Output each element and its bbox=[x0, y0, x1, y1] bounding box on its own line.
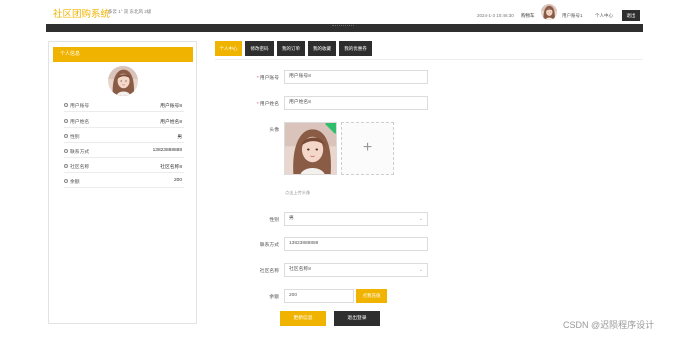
plus-icon: + bbox=[362, 139, 373, 156]
account-label: *用户账号 bbox=[219, 74, 279, 81]
community-label: 社区名称 bbox=[259, 269, 279, 274]
info-row-contact: 联系方式 13823888888 bbox=[64, 144, 184, 158]
info-label: 余额 bbox=[70, 180, 80, 185]
info-label: 用户姓名 bbox=[70, 120, 90, 125]
required-mark: * bbox=[256, 76, 259, 81]
recharge-button[interactable]: 点我充值 bbox=[356, 289, 387, 303]
profile-panel-title: 个人信息 bbox=[53, 47, 193, 62]
name-icon bbox=[64, 118, 68, 123]
info-value: 13823888888 bbox=[152, 148, 182, 153]
info-row-community: 社区名称 社区名称8 bbox=[64, 159, 184, 173]
brand-title[interactable]: 社区团购系统 bbox=[53, 6, 110, 20]
name-label-text: 用户姓名 bbox=[259, 102, 279, 107]
info-row-account: 用户账号 用户账号8 bbox=[64, 98, 184, 112]
info-value: 男 bbox=[177, 135, 182, 140]
info-value: 社区名称8 bbox=[160, 165, 182, 170]
tab-personal-center[interactable]: 个人中心 bbox=[215, 41, 242, 56]
info-row-gender: 性别 男 bbox=[64, 129, 184, 143]
nav-ornament bbox=[332, 24, 354, 26]
datetime-text: 2024-1-3 10:46:30 bbox=[477, 13, 514, 18]
cart-link[interactable]: 购物车 bbox=[521, 13, 535, 19]
logout-top-button[interactable]: 退出 bbox=[622, 10, 640, 21]
community-select[interactable]: 社区名称8 ⌄ bbox=[284, 263, 428, 277]
gender-select[interactable]: 男 ⌄ bbox=[284, 212, 428, 226]
name-field[interactable]: 用户姓名8 bbox=[284, 96, 428, 110]
chevron-down-icon: ⌄ bbox=[418, 267, 423, 273]
name-label: *用户姓名 bbox=[219, 100, 279, 107]
tab-my-favorites[interactable]: 我的收藏 bbox=[308, 41, 336, 56]
upload-avatar-button[interactable]: + bbox=[341, 122, 394, 175]
tab-my-coupons[interactable]: 我的优惠券 bbox=[339, 41, 372, 56]
info-value: 200 bbox=[173, 178, 182, 183]
profile-avatar bbox=[108, 66, 138, 96]
contact-label: 联系方式 bbox=[259, 243, 279, 248]
top-bar: 社区团购系统 多云 1° 双 东北风 2级 2024-1-3 10:46:30 … bbox=[0, 0, 693, 24]
info-label: 社区名称 bbox=[70, 165, 90, 170]
watermark: CSDN @迟陨程序设计 bbox=[563, 320, 655, 330]
profile-panel: 个人信息 用户账号 用户账号8 用户姓名 用户姓名8 性别 男 联系方式 138… bbox=[48, 41, 197, 324]
chevron-down-icon: ⌄ bbox=[418, 216, 423, 222]
info-label: 性别 bbox=[70, 135, 80, 140]
info-label: 联系方式 bbox=[70, 150, 90, 155]
info-row-name: 用户姓名 用户姓名8 bbox=[64, 114, 184, 128]
balance-label: 余额 bbox=[269, 295, 279, 300]
community-value: 社区名称8 bbox=[289, 267, 311, 272]
update-info-button[interactable]: 更新信息 bbox=[280, 311, 326, 326]
upload-hint: 点击上传头像 bbox=[285, 190, 311, 195]
account-field[interactable]: 用户账号8 bbox=[284, 70, 428, 84]
tab-change-password[interactable]: 修改密码 bbox=[245, 41, 274, 56]
phone-icon bbox=[64, 148, 68, 153]
account-icon bbox=[64, 102, 68, 107]
tab-my-orders[interactable]: 我的订单 bbox=[277, 41, 305, 56]
avatar-preview[interactable] bbox=[284, 122, 337, 175]
gender-icon bbox=[64, 133, 68, 138]
balance-field[interactable]: 200 bbox=[284, 289, 354, 303]
tab-divider bbox=[215, 59, 643, 60]
weather-text: 多云 1° 双 东北风 2级 bbox=[108, 9, 152, 14]
avatar[interactable] bbox=[541, 4, 557, 20]
avatar-label: 头像 bbox=[269, 128, 279, 133]
info-label: 用户账号 bbox=[70, 104, 90, 109]
account-label-text: 用户账号 bbox=[259, 76, 279, 81]
info-row-balance: 余额 200 bbox=[64, 174, 184, 188]
logout-button[interactable]: 退出登录 bbox=[334, 311, 380, 326]
balance-icon bbox=[64, 178, 68, 183]
gender-value: 男 bbox=[289, 216, 294, 221]
personal-center-link[interactable]: 个人中心 bbox=[595, 13, 613, 19]
community-icon bbox=[64, 163, 68, 168]
gender-label: 性别 bbox=[269, 218, 279, 223]
user-account-link[interactable]: 用户账号1 bbox=[562, 13, 583, 19]
info-value: 用户账号8 bbox=[160, 104, 182, 109]
contact-field[interactable]: 13823888888 bbox=[284, 237, 428, 251]
required-mark: * bbox=[256, 102, 259, 107]
info-value: 用户姓名8 bbox=[160, 120, 182, 125]
